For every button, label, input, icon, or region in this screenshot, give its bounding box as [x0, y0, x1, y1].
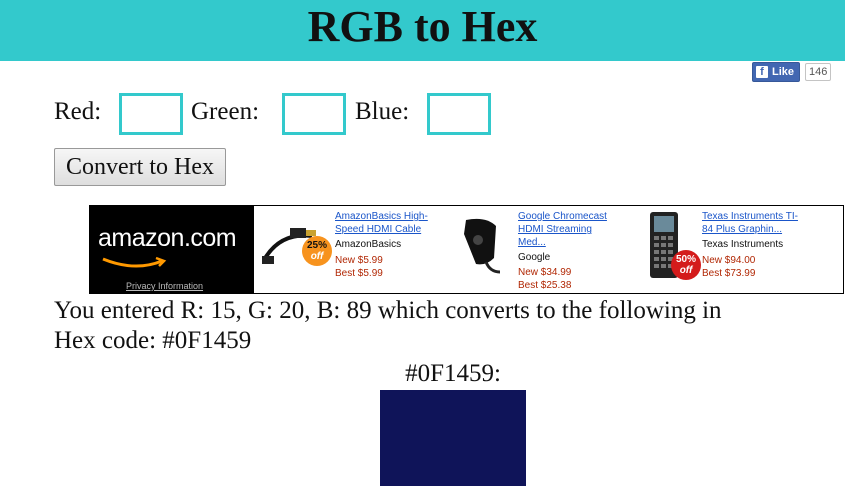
green-input[interactable] — [282, 93, 346, 135]
color-swatch — [380, 390, 526, 486]
product-title-line-2[interactable]: HDMI Streaming — [518, 223, 618, 236]
product-brand: AmazonBasics — [335, 239, 402, 250]
product-title-line-3[interactable]: Med... — [518, 236, 618, 249]
product-title-line-2[interactable]: Speed HDMI Cable — [335, 223, 435, 236]
amazon-ad-banner[interactable]: amazon.com Privacy Information 25% off A… — [89, 205, 844, 294]
header-bar: RGB to Hex — [0, 0, 845, 61]
chromecast-icon — [464, 218, 501, 274]
facebook-like-widget[interactable]: f Like 146 — [752, 62, 832, 82]
amazon-smile-icon — [102, 256, 167, 268]
facebook-like-label: Like — [772, 66, 795, 78]
conversion-result-text: You entered R: 15, G: 20, B: 89 which co… — [54, 296, 844, 356]
blue-label: Blue: — [355, 98, 410, 125]
ad-product-1[interactable]: 25% off AmazonBasics High- Speed HDMI Ca… — [258, 206, 438, 293]
convert-to-hex-button[interactable]: Convert to Hex — [54, 148, 226, 186]
discount-badge-off: off — [679, 265, 693, 276]
product-new-price: New $5.99 — [335, 255, 383, 266]
product-best-price: Best $25.38 — [518, 280, 572, 291]
blue-input[interactable] — [427, 93, 491, 135]
product-title-line-1[interactable]: Google Chromecast — [518, 210, 618, 223]
product-best-price: Best $5.99 — [335, 268, 383, 279]
ad-product-3[interactable]: 50% off Texas Instruments TI- 84 Plus Gr… — [638, 206, 843, 293]
product-title-line-1[interactable]: Texas Instruments TI- — [702, 210, 812, 223]
page-title: RGB to Hex — [307, 2, 538, 51]
green-label: Green: — [191, 98, 260, 125]
product-title-line-1[interactable]: AmazonBasics High- — [335, 210, 435, 223]
product-brand: Texas Instruments — [702, 239, 784, 250]
ad-product-2[interactable]: Google Chromecast HDMI Streaming Med... … — [448, 206, 628, 293]
facebook-icon: f — [756, 66, 768, 78]
result-line-2: Hex code: #0F1459 — [54, 327, 252, 354]
product-brand: Google — [518, 252, 551, 263]
product-title-line-2[interactable]: 84 Plus Graphin... — [702, 223, 812, 236]
privacy-information-link[interactable]: Privacy Information — [126, 281, 203, 291]
result-line-1: You entered R: 15, G: 20, B: 89 which co… — [54, 297, 722, 324]
discount-badge: 25% off — [302, 236, 332, 266]
product-new-price: New $94.00 — [702, 255, 756, 266]
discount-badge-percent: 25% — [306, 240, 327, 251]
facebook-like-count: 146 — [805, 63, 832, 81]
discount-badge-percent: 50% — [675, 254, 696, 265]
red-label: Red: — [54, 98, 102, 125]
discount-badge-off: off — [310, 251, 324, 262]
amazon-logo-text: amazon.com — [98, 224, 237, 252]
discount-badge: 50% off — [671, 250, 701, 280]
hex-color-label: #0F1459: — [405, 360, 501, 387]
red-input[interactable] — [119, 93, 183, 135]
facebook-like-button[interactable]: f Like — [752, 62, 801, 82]
amazon-logo[interactable]: amazon.com Privacy Information — [90, 206, 254, 293]
product-best-price: Best $73.99 — [702, 268, 756, 279]
product-new-price: New $34.99 — [518, 267, 572, 278]
